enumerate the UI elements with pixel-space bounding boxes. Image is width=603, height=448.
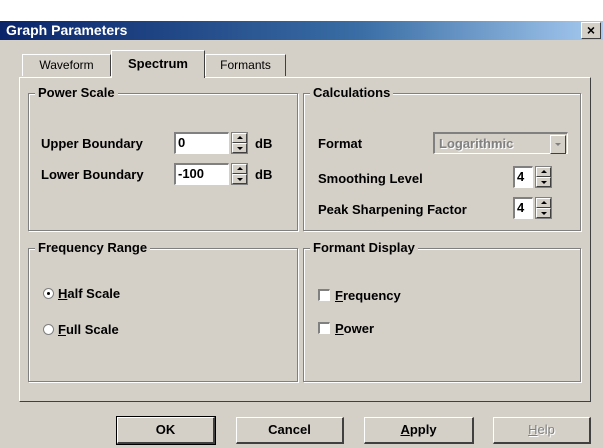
upper-boundary-spinner[interactable] [231, 132, 248, 154]
tab-panel-spectrum: Power Scale Upper Boundary 0 dB Lower Bo… [19, 77, 591, 402]
radio-dot-icon [47, 292, 50, 295]
cancel-button[interactable]: Cancel [236, 417, 344, 444]
format-label: Format [318, 136, 363, 151]
title-bar[interactable]: Graph Parameters × [0, 21, 603, 40]
peak-sharpening-spinner[interactable] [535, 197, 552, 219]
arrow-up-icon [237, 167, 243, 170]
arrow-down-icon [541, 212, 547, 215]
upper-boundary-label: Upper Boundary [41, 136, 143, 151]
smoothing-level-spinner[interactable] [535, 166, 552, 188]
lower-boundary-unit: dB [255, 167, 273, 182]
ok-button[interactable]: OK [116, 416, 216, 445]
lower-boundary-input[interactable]: -100 [174, 163, 229, 185]
power-checkbox-label: Power [335, 321, 375, 336]
spin-up-button[interactable] [232, 133, 247, 143]
formant-display-group: Formant Display Frequency Power [303, 240, 581, 382]
radio-button[interactable] [43, 324, 54, 335]
power-scale-group: Power Scale Upper Boundary 0 dB Lower Bo… [28, 85, 298, 231]
format-select-value: Logarithmic [439, 136, 514, 151]
checkbox-box[interactable] [318, 289, 330, 301]
tab-waveform[interactable]: Waveform [22, 54, 111, 76]
spin-down-button[interactable] [536, 177, 551, 187]
arrow-down-icon [237, 147, 243, 150]
chevron-down-icon [555, 143, 561, 146]
full-scale-label: Full Scale [58, 322, 119, 337]
formant-display-legend: Formant Display [310, 240, 418, 256]
lower-boundary-spinner[interactable] [231, 163, 248, 185]
window-title: Graph Parameters [6, 22, 128, 38]
spin-up-button[interactable] [536, 198, 551, 208]
apply-button[interactable]: Apply [364, 417, 474, 444]
frequency-range-legend: Frequency Range [35, 240, 151, 256]
tab-formants[interactable]: Formants [205, 54, 286, 76]
spin-up-button[interactable] [536, 167, 551, 177]
frequency-checkbox-label: Frequency [335, 288, 401, 303]
arrow-up-icon [541, 170, 547, 173]
arrow-up-icon [237, 136, 243, 139]
spin-down-button[interactable] [536, 208, 551, 218]
checkbox-box[interactable] [318, 322, 330, 334]
peak-sharpening-input[interactable]: 4 [513, 197, 533, 219]
spin-up-button[interactable] [232, 164, 247, 174]
lower-boundary-label: Lower Boundary [41, 167, 144, 182]
arrow-down-icon [237, 178, 243, 181]
upper-boundary-input[interactable]: 0 [174, 132, 229, 154]
close-button[interactable]: × [581, 22, 601, 39]
calculations-legend: Calculations [310, 85, 394, 101]
arrow-down-icon [541, 181, 547, 184]
frequency-range-group: Frequency Range Half Scale Full Scale [28, 240, 298, 382]
calculations-group: Calculations Format Logarithmic Smoothin… [303, 85, 581, 231]
spin-down-button[interactable] [232, 143, 247, 153]
smoothing-level-input[interactable]: 4 [513, 166, 533, 188]
upper-boundary-unit: dB [255, 136, 273, 151]
spin-down-button[interactable] [232, 174, 247, 184]
close-icon: × [586, 22, 596, 38]
half-scale-label: Half Scale [58, 286, 121, 301]
arrow-up-icon [541, 201, 547, 204]
tab-spectrum[interactable]: Spectrum [111, 50, 205, 78]
help-button[interactable]: Help [493, 417, 591, 444]
format-dropdown-button[interactable] [550, 135, 566, 154]
format-select[interactable]: Logarithmic [433, 132, 568, 154]
smoothing-level-label: Smoothing Level [318, 171, 423, 186]
power-scale-legend: Power Scale [35, 85, 118, 101]
peak-sharpening-label: Peak Sharpening Factor [318, 202, 467, 217]
radio-button[interactable] [43, 288, 54, 299]
dialog-body: Waveform Spectrum Formants Power Scale U… [0, 40, 603, 448]
